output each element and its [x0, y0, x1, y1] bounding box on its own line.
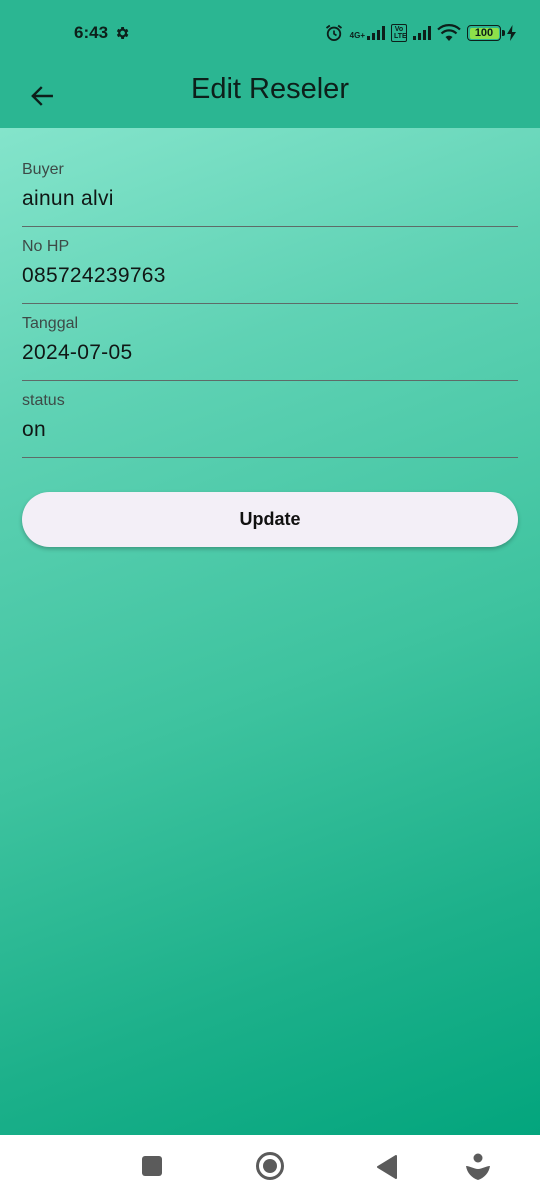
battery-level: 100 [474, 27, 494, 39]
status-bar: 6:43 4G+ Vo LTE 100 [0, 0, 540, 64]
status-time: 6:43 [74, 23, 109, 42]
status-input[interactable]: on [22, 418, 46, 442]
phone-label: No HP [22, 238, 70, 255]
buyer-field[interactable]: Buyer ainun alvi [22, 150, 518, 227]
app-bar: Edit Reseler [0, 64, 540, 128]
buyer-input[interactable]: ainun alvi [22, 187, 114, 211]
status-label: status [22, 392, 65, 409]
wifi-icon [437, 24, 461, 41]
page-title: Edit Reseler [191, 73, 349, 105]
status-field[interactable]: status on [22, 381, 518, 458]
date-field[interactable]: Tanggal 2024-07-05 [22, 304, 518, 381]
settings-gear-icon [116, 27, 129, 39]
date-label: Tanggal [22, 315, 79, 332]
recent-apps-icon[interactable] [142, 1156, 162, 1176]
network-type-label: 4G+ [349, 31, 365, 40]
phone-field[interactable]: No HP 085724239763 [22, 227, 518, 304]
back-triangle-icon[interactable] [376, 1155, 398, 1179]
home-icon[interactable] [256, 1152, 284, 1180]
phone-input[interactable]: 085724239763 [22, 264, 166, 288]
buyer-label: Buyer [22, 161, 64, 178]
assistant-icon[interactable] [464, 1152, 492, 1182]
system-nav-bar [0, 1135, 540, 1200]
battery-icon: 100 [467, 25, 505, 41]
charging-icon [507, 25, 516, 41]
volte-icon: Vo LTE [391, 24, 407, 42]
update-button[interactable]: Update [22, 492, 518, 547]
date-input[interactable]: 2024-07-05 [22, 341, 132, 365]
status-icons: 4G+ Vo LTE 100 [324, 22, 516, 44]
signal-icon [413, 26, 431, 40]
alarm-icon [325, 24, 342, 41]
signal-4g-icon: 4G+ [350, 26, 385, 40]
